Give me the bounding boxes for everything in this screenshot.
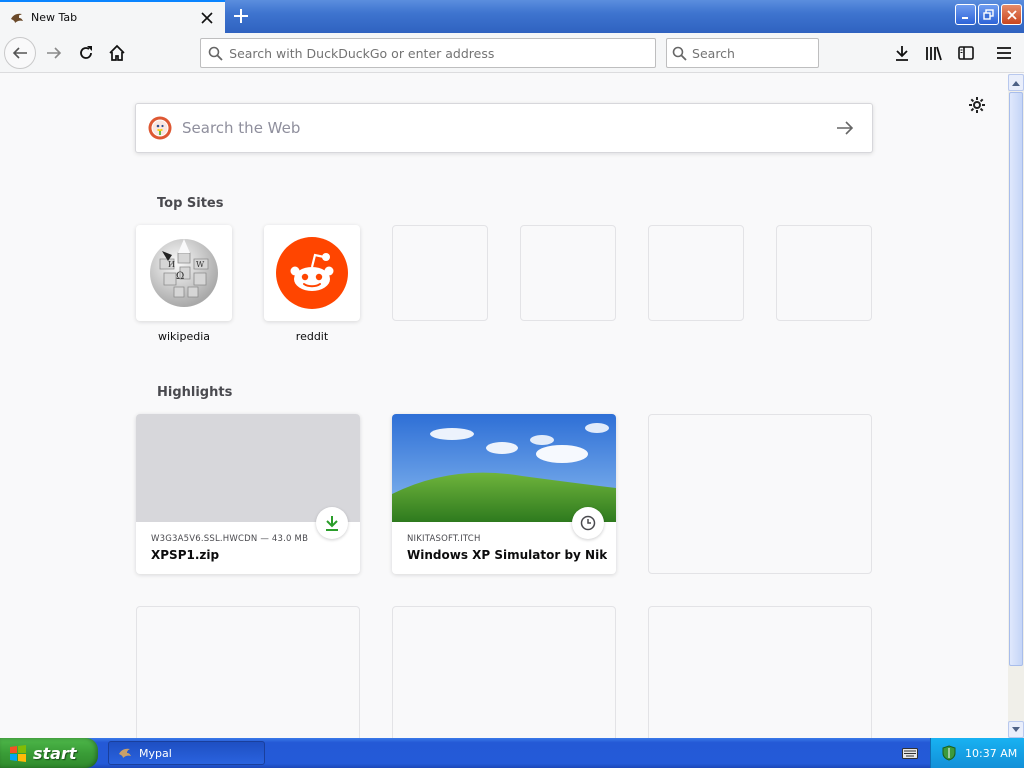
wikipedia-globe-icon: Ω W И	[150, 239, 218, 307]
reload-button[interactable]	[70, 37, 102, 69]
vertical-scrollbar[interactable]	[1008, 74, 1024, 738]
top-site-empty[interactable]	[392, 225, 488, 344]
home-button[interactable]	[101, 37, 133, 69]
search-input[interactable]	[692, 45, 818, 61]
navigation-toolbar	[0, 33, 1024, 73]
windows-logo-icon	[10, 745, 26, 762]
highlight-card-empty	[136, 606, 360, 738]
highlights-row-2	[136, 606, 872, 738]
home-icon	[109, 44, 125, 61]
reddit-alien-icon	[276, 237, 348, 309]
bliss-wallpaper-image	[392, 414, 616, 522]
top-site-empty[interactable]	[520, 225, 616, 344]
highlight-card-visited[interactable]: NIKITASOFT.ITCH Windows XP Simulator by …	[392, 414, 616, 574]
search-icon	[667, 46, 692, 61]
sidebar-icon	[958, 46, 974, 60]
sidebar-button[interactable]	[950, 37, 982, 69]
library-button[interactable]	[918, 37, 950, 69]
gear-icon[interactable]	[966, 94, 988, 116]
empty-tile	[648, 225, 744, 321]
clock-icon	[572, 507, 604, 539]
keyboard-icon[interactable]	[902, 746, 918, 760]
taskbar: start Mypal 10:37 AM	[0, 738, 1024, 768]
library-icon	[926, 46, 942, 61]
svg-text:Ω: Ω	[176, 271, 184, 282]
empty-tile	[520, 225, 616, 321]
taskbar-item-label: Mypal	[139, 746, 172, 760]
card-host: W3G3A5V6.SSL.HWCDN — 43.0 MB	[151, 534, 309, 544]
forward-button[interactable]	[38, 37, 70, 69]
card-host: NIKITASOFT.ITCH	[407, 534, 481, 544]
clock: 10:37 AM	[965, 746, 1018, 760]
hamburger-menu-icon	[997, 47, 1011, 59]
security-shield-icon[interactable]	[941, 745, 957, 761]
system-tray: 10:37 AM	[930, 738, 1024, 768]
top-site-empty[interactable]	[776, 225, 872, 344]
top-site-label: reddit	[295, 330, 329, 343]
downloads-button[interactable]	[886, 37, 918, 69]
top-site-label: wikipedia	[157, 330, 210, 343]
search-bar[interactable]	[666, 38, 819, 68]
highlight-card-download[interactable]: W3G3A5V6.SSL.HWCDN — 43.0 MB XPSP1.zip	[136, 414, 360, 574]
card-title: XPSP1.zip	[151, 548, 220, 562]
address-input[interactable]	[229, 45, 655, 61]
highlights-heading: Highlights	[157, 385, 233, 400]
download-icon	[896, 46, 908, 61]
top-sites-heading: Top Sites	[157, 196, 224, 211]
download-icon	[316, 507, 348, 539]
card-image-placeholder	[136, 414, 360, 522]
card-title: Windows XP Simulator by Nikita...	[407, 548, 607, 562]
svg-text:И: И	[168, 260, 175, 269]
top-site-empty[interactable]	[648, 225, 744, 344]
empty-tile	[392, 225, 488, 321]
highlight-card-empty	[648, 414, 872, 574]
top-site-reddit[interactable]: reddit	[264, 225, 360, 344]
new-tab-button[interactable]	[228, 4, 254, 28]
taskbar-item-mypal[interactable]: Mypal	[108, 741, 265, 765]
mypal-icon	[119, 748, 131, 758]
back-button[interactable]	[4, 37, 36, 69]
close-tab-icon[interactable]	[197, 8, 217, 28]
highlight-card-empty	[648, 606, 872, 738]
start-label: start	[33, 743, 77, 763]
tab-title: New Tab	[31, 11, 78, 24]
forward-arrow-icon	[47, 47, 62, 59]
reload-icon	[80, 46, 92, 59]
back-arrow-icon	[12, 47, 27, 59]
scroll-down-button[interactable]	[1008, 721, 1024, 738]
empty-tile	[776, 225, 872, 321]
top-sites-grid: Ω W И wikipedia reddit	[136, 225, 872, 344]
mypal-icon	[9, 10, 25, 26]
address-bar[interactable]	[200, 38, 656, 68]
search-go-button[interactable]	[830, 113, 860, 143]
web-search-box[interactable]	[135, 103, 873, 153]
web-search-input[interactable]	[182, 119, 830, 137]
new-tab-page: Top Sites Ω W И wikipedia	[0, 74, 1008, 738]
tab-new-tab[interactable]: New Tab	[0, 0, 225, 33]
title-bar: New Tab	[0, 0, 1024, 33]
duckduckgo-logo-icon	[148, 116, 172, 140]
arrow-right-icon	[837, 121, 854, 135]
start-button[interactable]: start	[0, 738, 98, 768]
highlight-card-empty	[392, 606, 616, 738]
scroll-up-button[interactable]	[1008, 74, 1024, 91]
restore-button[interactable]	[978, 4, 999, 25]
scroll-thumb[interactable]	[1009, 92, 1023, 666]
highlights-row: W3G3A5V6.SSL.HWCDN — 43.0 MB XPSP1.zip N…	[136, 414, 872, 574]
svg-text:W: W	[196, 260, 205, 269]
top-site-wikipedia[interactable]: Ω W И wikipedia	[136, 225, 232, 344]
close-window-button[interactable]	[1001, 4, 1022, 25]
menu-button[interactable]	[988, 37, 1020, 69]
minimize-button[interactable]	[955, 4, 976, 25]
search-icon	[201, 46, 229, 61]
